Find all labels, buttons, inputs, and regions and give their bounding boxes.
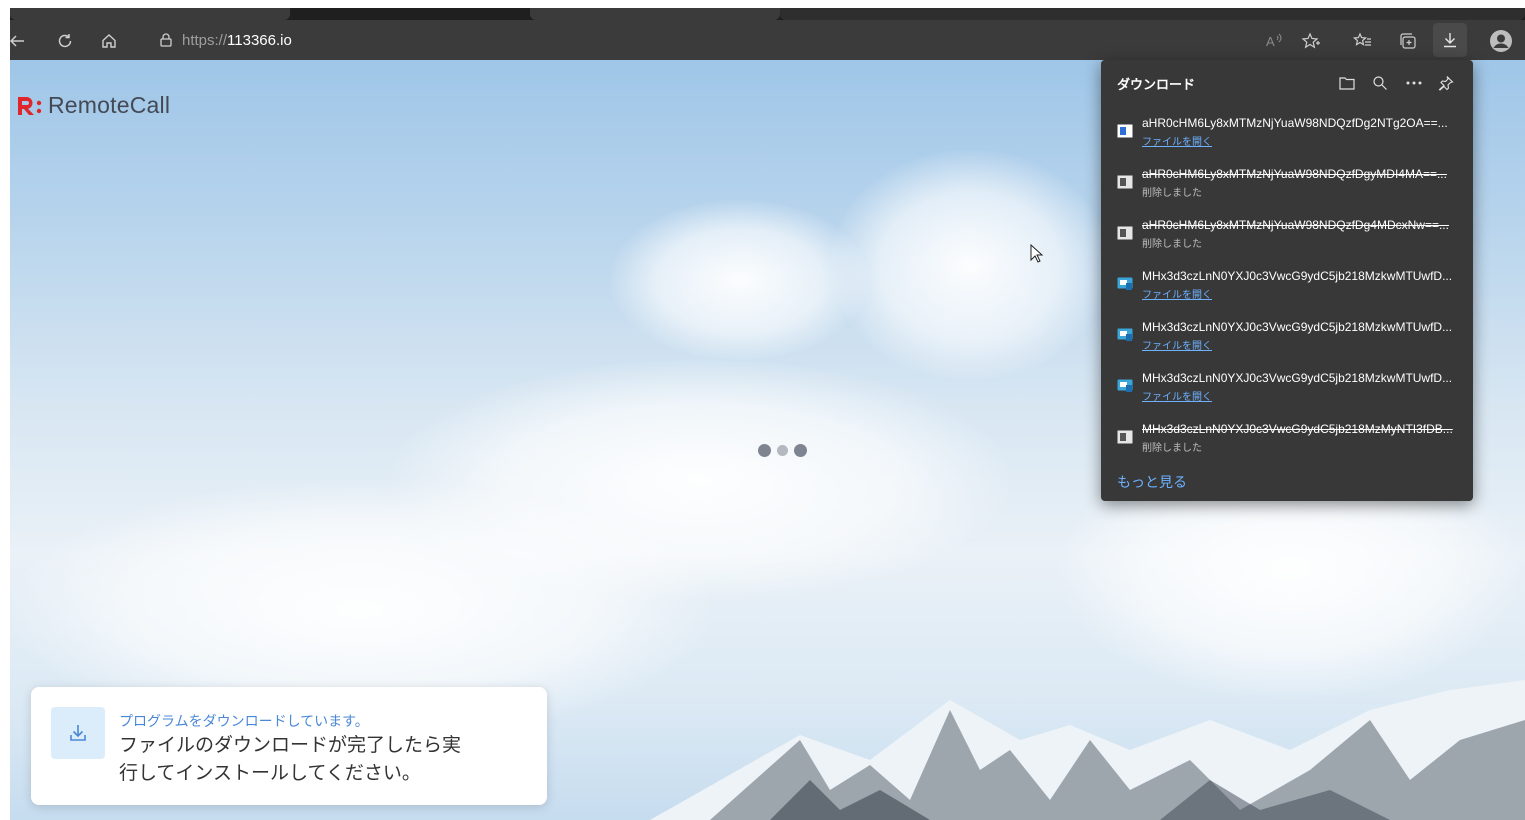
- background-cloud: [830, 150, 1110, 380]
- search-icon[interactable]: [1369, 72, 1391, 94]
- download-icon: [51, 707, 105, 759]
- loading-dot: [758, 444, 771, 457]
- loading-indicator: [758, 444, 807, 457]
- add-favorite-icon[interactable]: [1298, 28, 1324, 54]
- download-filename: MHx3d3czLnN0YXJ0c3VwcG9ydC5jb218MzkwMTUw…: [1142, 320, 1453, 334]
- installer-icon: [1117, 328, 1133, 341]
- back-icon[interactable]: [10, 28, 30, 54]
- lock-icon[interactable]: [158, 32, 174, 48]
- home-icon[interactable]: [96, 28, 122, 54]
- tab-strip: [10, 8, 1525, 20]
- installer-icon: [1117, 379, 1133, 392]
- download-item[interactable]: aHR0cHM6Ly8xMTMzNjYuaW98NDQzfDgyMDI4MA==…: [1101, 161, 1473, 211]
- more-options-icon[interactable]: [1403, 72, 1425, 94]
- download-item[interactable]: aHR0cHM6Ly8xMTMzNjYuaW98NDQzfDg2NTg2OA==…: [1101, 110, 1473, 160]
- downloads-panel-title: ダウンロード: [1117, 78, 1196, 93]
- url-field[interactable]: https://113366.io: [140, 25, 1240, 55]
- read-aloud-icon[interactable]: A: [1262, 28, 1288, 54]
- installer-icon: [1117, 277, 1133, 290]
- download-notice-body: ファイルのダウンロードが完了したら実行してインストールしてください。: [119, 734, 462, 784]
- address-bar: https://113366.io A: [10, 20, 1525, 60]
- favorites-icon[interactable]: [1350, 28, 1376, 54]
- svg-text:A: A: [1266, 34, 1275, 49]
- download-filename: aHR0cHM6Ly8xMTMzNjYuaW98NDQzfDg4MDcxNw==…: [1142, 218, 1449, 232]
- download-item[interactable]: MHx3d3czLnN0YXJ0c3VwcG9ydC5jb218MzMyNTI3…: [1101, 416, 1473, 466]
- remotecall-logo: RemoteCall: [16, 92, 170, 119]
- download-filename: MHx3d3czLnN0YXJ0c3VwcG9ydC5jb218MzMyNTI3…: [1142, 422, 1453, 436]
- loading-dot: [777, 445, 788, 456]
- file-icon: [1117, 175, 1133, 189]
- collections-icon[interactable]: [1395, 28, 1421, 54]
- open-file-link[interactable]: ファイルを開く: [1142, 133, 1212, 148]
- tab[interactable]: [530, 8, 780, 20]
- download-notice: プログラムをダウンロードしています。 ファイルのダウンロードが完了したら実行して…: [31, 687, 547, 805]
- open-folder-icon[interactable]: [1336, 72, 1358, 94]
- download-item[interactable]: MHx3d3czLnN0YXJ0c3VwcG9ydC5jb218MzkwMTUw…: [1101, 314, 1473, 364]
- download-item[interactable]: MHx3d3czLnN0YXJ0c3VwcG9ydC5jb218MzkwMTUw…: [1101, 263, 1473, 313]
- download-status: 削除しました: [1142, 443, 1202, 454]
- url-host: 113366.io: [227, 31, 292, 49]
- profile-icon[interactable]: [1488, 28, 1514, 54]
- download-filename: aHR0cHM6Ly8xMTMzNjYuaW98NDQzfDg2NTg2OA==…: [1142, 116, 1448, 130]
- browser-window: https://113366.io A RemoteCall プログラムをダウン…: [10, 8, 1525, 820]
- see-more-link[interactable]: もっと見る: [1117, 472, 1187, 492]
- file-icon: [1117, 430, 1133, 444]
- logo-mark-icon: [18, 96, 42, 115]
- refresh-icon[interactable]: [52, 28, 78, 54]
- url-scheme: https://: [182, 31, 228, 49]
- download-item[interactable]: MHx3d3czLnN0YXJ0c3VwcG9ydC5jb218MzkwMTUw…: [1101, 365, 1473, 415]
- download-filename: MHx3d3czLnN0YXJ0c3VwcG9ydC5jb218MzkwMTUw…: [1142, 371, 1453, 385]
- open-file-link[interactable]: ファイルを開く: [1142, 286, 1212, 301]
- pin-icon[interactable]: [1435, 72, 1457, 94]
- file-icon: [1117, 124, 1133, 138]
- open-file-link[interactable]: ファイルを開く: [1142, 388, 1212, 403]
- download-item[interactable]: aHR0cHM6Ly8xMTMzNjYuaW98NDQzfDg4MDcxNw==…: [1101, 212, 1473, 262]
- download-filename: MHx3d3czLnN0YXJ0c3VwcG9ydC5jb218MzkwMTUw…: [1142, 269, 1453, 283]
- download-notice-title: プログラムをダウンロードしています。: [119, 714, 369, 730]
- open-file-link[interactable]: ファイルを開く: [1142, 337, 1212, 352]
- file-icon: [1117, 226, 1133, 240]
- logo-text: RemoteCall: [48, 92, 171, 118]
- download-status: 削除しました: [1142, 239, 1202, 250]
- downloads-icon[interactable]: [1433, 23, 1467, 57]
- background-cloud: [610, 200, 870, 360]
- loading-dot: [794, 444, 807, 457]
- tab[interactable]: [10, 8, 290, 20]
- download-filename: aHR0cHM6Ly8xMTMzNjYuaW98NDQzfDgyMDI4MA==…: [1142, 167, 1447, 181]
- download-status: 削除しました: [1142, 188, 1202, 199]
- mouse-cursor-icon: [1030, 243, 1044, 268]
- tab[interactable]: [780, 8, 1525, 20]
- downloads-panel: ダウンロード aHR0cHM6Ly8xMTMzNjYuaW98NDQzfDg2N…: [1101, 60, 1473, 501]
